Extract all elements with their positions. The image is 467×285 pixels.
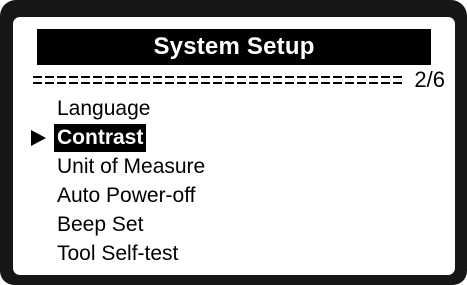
page-indicator: 2/6 bbox=[414, 67, 445, 92]
device-bezel: System Setup 2/6 Language Contrast Unit … bbox=[0, 0, 467, 285]
menu-item-label: Unit of Measure bbox=[57, 155, 206, 178]
menu-item-contrast[interactable]: Contrast bbox=[13, 124, 455, 152]
dashed-separator bbox=[33, 76, 403, 84]
lcd-screen: System Setup 2/6 Language Contrast Unit … bbox=[13, 17, 455, 275]
menu-item-label: Language bbox=[57, 97, 151, 120]
menu-item-language[interactable]: Language bbox=[13, 95, 455, 123]
menu-item-tool-self-test[interactable]: Tool Self-test bbox=[13, 240, 455, 268]
selection-cursor-icon bbox=[31, 130, 46, 146]
menu-item-beep-set[interactable]: Beep Set bbox=[13, 211, 455, 239]
menu-item-unit-of-measure[interactable]: Unit of Measure bbox=[13, 153, 455, 181]
menu-item-label: Contrast bbox=[54, 124, 147, 152]
screen-title: System Setup bbox=[37, 29, 431, 65]
menu-item-auto-power-off[interactable]: Auto Power-off bbox=[13, 182, 455, 210]
menu-item-label: Tool Self-test bbox=[57, 242, 179, 265]
separator-row: 2/6 bbox=[27, 67, 447, 93]
menu-item-label: Auto Power-off bbox=[57, 184, 196, 207]
menu-item-label: Beep Set bbox=[57, 213, 144, 236]
